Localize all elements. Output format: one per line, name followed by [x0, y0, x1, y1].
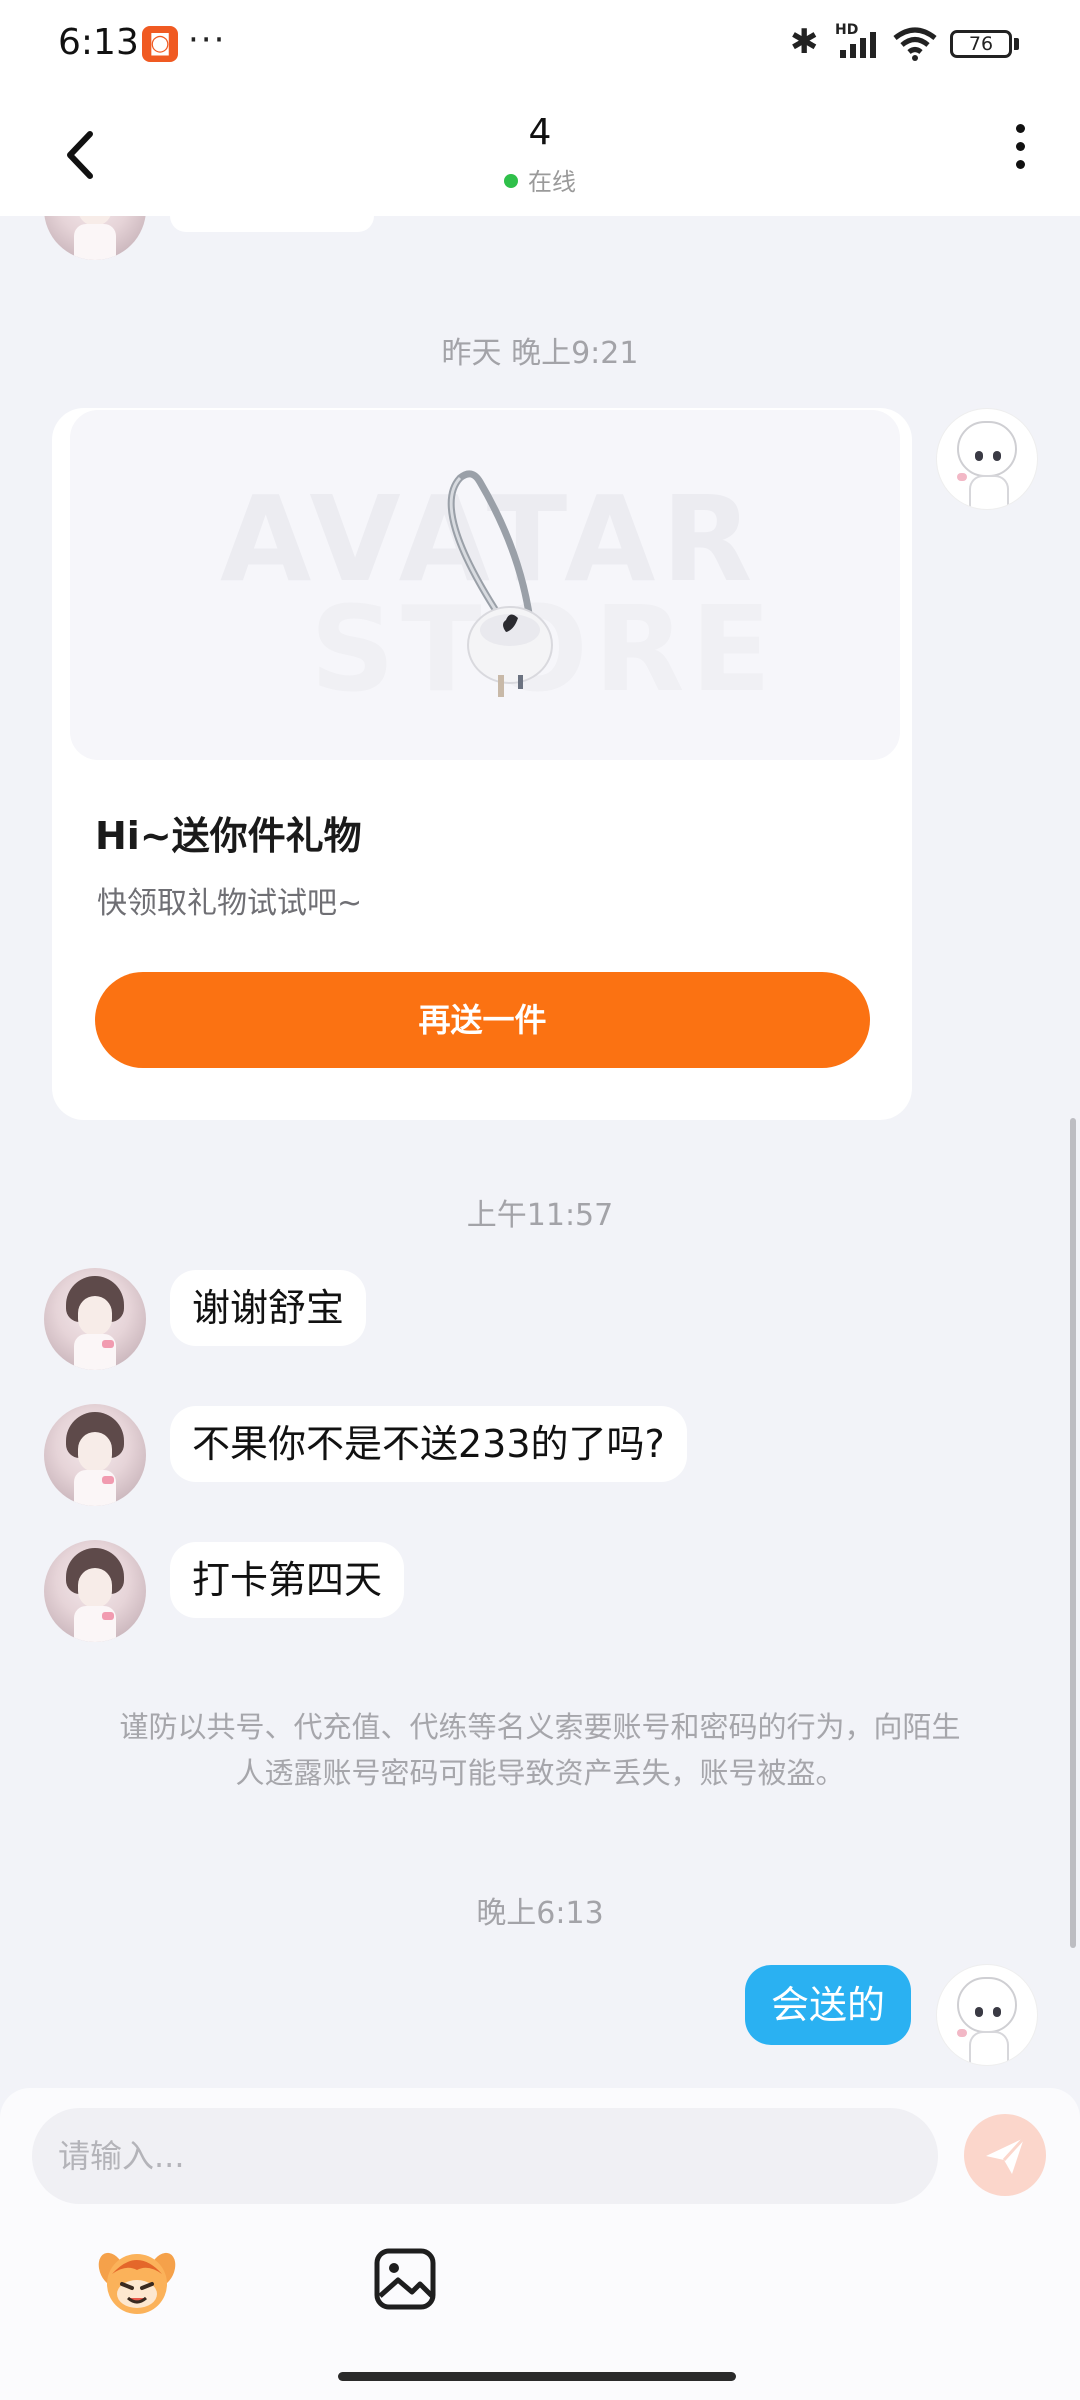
sender-avatar[interactable]	[44, 1268, 146, 1370]
gift-image[interactable]: AVATAR STORE	[70, 410, 900, 760]
more-notifications-icon: ···	[188, 20, 227, 60]
wifi-icon	[893, 27, 937, 61]
my-avatar[interactable]	[936, 1964, 1038, 2066]
message-bubble-clipped	[170, 216, 374, 232]
emoji-icon[interactable]	[96, 2240, 178, 2322]
message-bubble-outgoing[interactable]: 会送的	[745, 1965, 911, 2045]
send-another-gift-button[interactable]: 再送一件	[95, 972, 870, 1068]
message-bubble[interactable]: 打卡第四天	[170, 1542, 405, 1618]
crossbody-bag-icon	[447, 470, 553, 697]
online-status: 在线	[440, 162, 640, 197]
timestamp: 晚上6:13	[476, 1896, 604, 1931]
safety-notice: 谨防以共号、代充值、代练等名义索要账号和密码的行为，向陌生 人透露账号密码可能导…	[70, 1704, 1010, 1796]
message-bubble[interactable]: 不果你不是不送233的了吗?	[170, 1406, 687, 1482]
message-bubble[interactable]: 谢谢舒宝	[170, 1270, 367, 1346]
image-icon[interactable]	[372, 2246, 438, 2312]
my-avatar[interactable]	[936, 408, 1038, 510]
safety-notice-line2: 人透露账号密码可能导致资产丢失，账号被盗。	[235, 1756, 845, 1790]
online-dot	[504, 174, 518, 188]
status-time: 6:13	[58, 22, 139, 63]
chat-header	[0, 90, 1080, 216]
app-notification-icon: ◙	[142, 26, 178, 62]
gift-card-subtitle: 快领取礼物试试吧~	[97, 886, 363, 921]
home-indicator[interactable]	[338, 2372, 736, 2381]
battery-icon: 76	[950, 30, 1012, 58]
online-label: 在线	[528, 168, 576, 196]
gift-card-title: Hi~送你件礼物	[95, 814, 362, 858]
signal-icon	[840, 32, 876, 58]
sender-avatar[interactable]	[44, 1404, 146, 1506]
message-input[interactable]	[32, 2108, 938, 2204]
timestamp: 昨天 晚上9:21	[441, 336, 639, 371]
more-vertical-icon[interactable]	[1000, 124, 1040, 184]
battery-tip	[1014, 38, 1019, 50]
send-icon	[986, 2136, 1026, 2174]
chat-title: 4	[528, 112, 552, 153]
send-button[interactable]	[964, 2114, 1046, 2196]
safety-notice-line1: 谨防以共号、代充值、代练等名义索要账号和密码的行为，向陌生	[119, 1710, 961, 1744]
scroll-indicator[interactable]	[1070, 1118, 1076, 1948]
sender-avatar[interactable]	[44, 1540, 146, 1642]
timestamp: 上午11:57	[466, 1198, 614, 1233]
back-arrow-icon[interactable]	[50, 120, 110, 190]
bluetooth-icon: ✱	[790, 22, 819, 62]
